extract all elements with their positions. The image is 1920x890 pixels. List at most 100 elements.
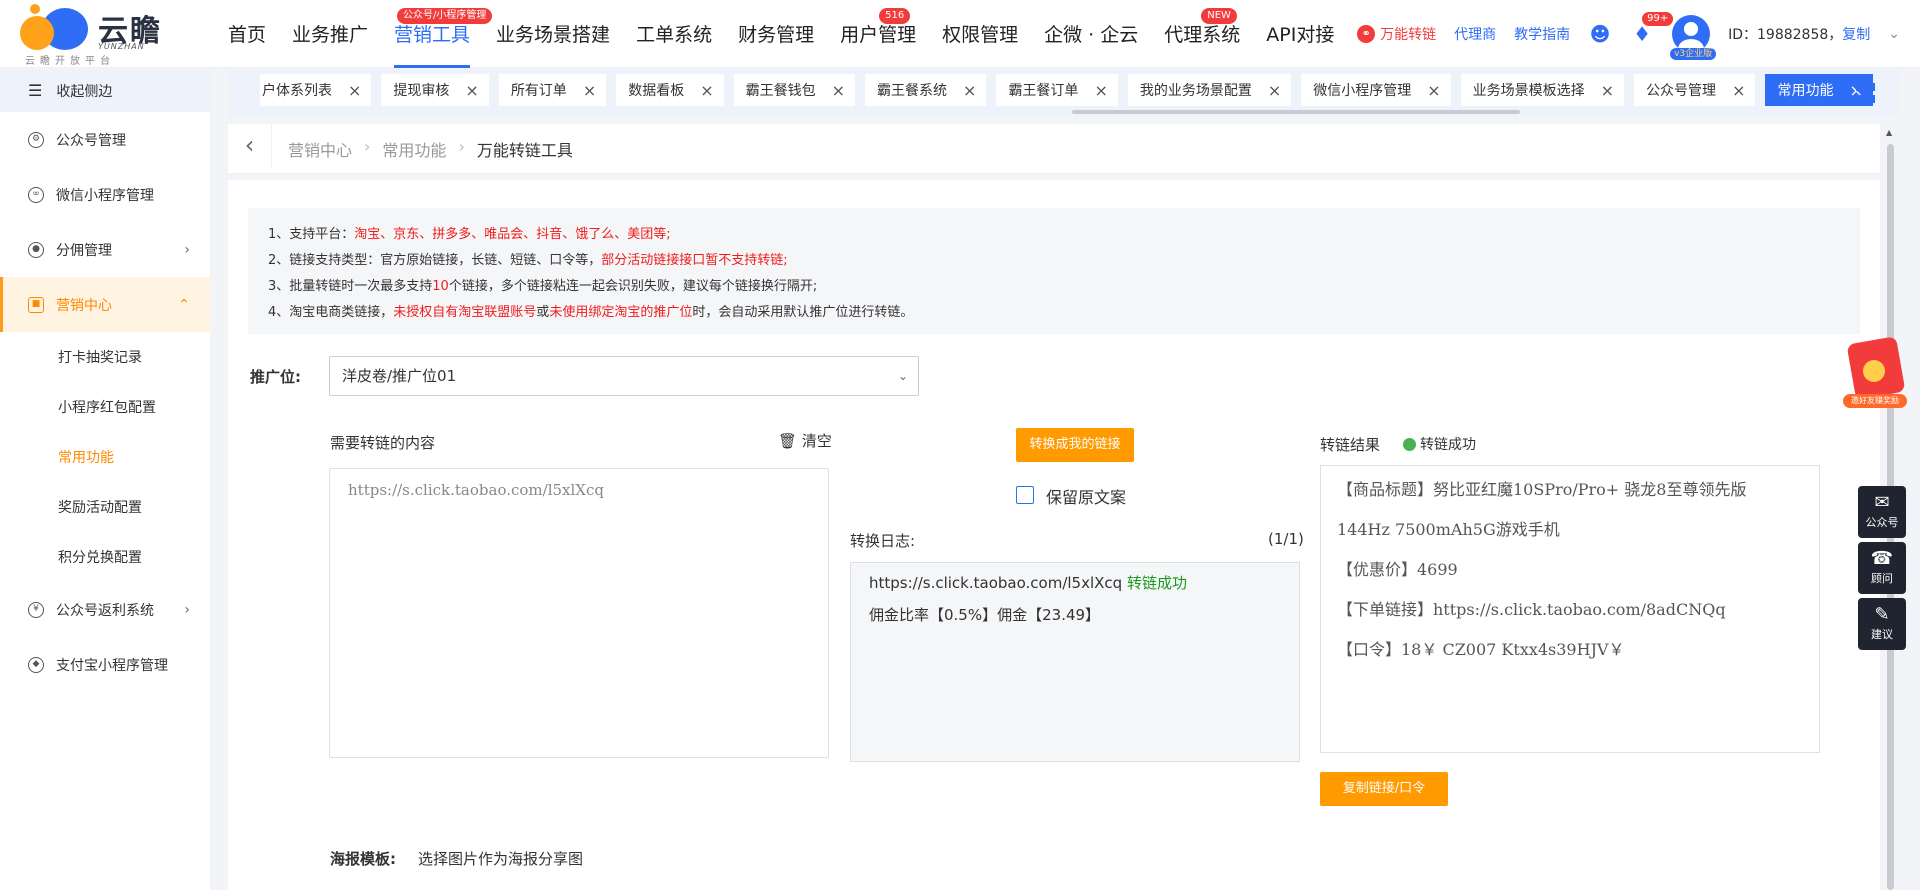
- usage-notes: 1、支持平台：淘宝、京东、拼多多、唯品会、抖音、饿了么、美团等; 2、链接支持类…: [248, 208, 1860, 334]
- breadcrumb-common-functions[interactable]: 常用功能: [382, 137, 446, 161]
- back-button[interactable]: ‹: [228, 124, 272, 168]
- invite-redpacket[interactable]: 邀好友赚奖励: [1843, 336, 1907, 412]
- tab-dashboard[interactable]: 数据看板 ×: [616, 74, 724, 106]
- check-icon: [1403, 438, 1416, 451]
- top-header: 云瞻 YUNZHAN 云瞻开放平台 首页 业务推广 营销工具 公众号/小程序管理…: [0, 0, 1920, 68]
- close-icon[interactable]: ×: [465, 81, 478, 100]
- close-icon[interactable]: ×: [963, 81, 976, 100]
- breadcrumb-marketing-center[interactable]: 营销中心: [288, 137, 352, 161]
- log-commission: 佣金比率【0.5%】佣金【23.49】: [869, 606, 1101, 624]
- sidebar-sub-points-exchange[interactable]: 积分兑换配置: [0, 532, 210, 582]
- nav-marketing-tools[interactable]: 营销工具 公众号/小程序管理: [381, 0, 493, 68]
- user-group-icon[interactable]: ☻: [1588, 22, 1612, 46]
- nav-ticket[interactable]: 工单系统: [623, 0, 725, 68]
- close-icon[interactable]: ×: [700, 81, 713, 100]
- nav-badge: NEW: [1201, 8, 1237, 24]
- edit-icon: ✎: [1874, 604, 1890, 625]
- sidebar-item-commission[interactable]: ● 分佣管理 ›: [0, 222, 210, 277]
- result-line: 【下单链接】https://s.click.taobao.com/8adCNQq: [1337, 600, 1726, 619]
- collapse-sidebar-button[interactable]: ☰ 收起侧边: [0, 69, 210, 112]
- log-label: 转换日志:: [850, 532, 916, 550]
- tab-meal-wallet[interactable]: 霸王餐钱包 ×: [733, 74, 856, 106]
- nav-agent[interactable]: 代理系统 NEW: [1151, 0, 1253, 68]
- nav-promotion[interactable]: 业务推广: [279, 0, 381, 68]
- universal-convert-link[interactable]: ⚭ 万能转链: [1357, 24, 1436, 44]
- tab-my-scene-config[interactable]: 我的业务场景配置 ×: [1127, 74, 1292, 106]
- float-official-account-button[interactable]: ✉ 公众号: [1858, 486, 1906, 538]
- sidebar-item-mini-program[interactable]: ∞ 微信小程序管理: [0, 167, 210, 222]
- promo-select[interactable]: 洋皮卷/推广位01 ⌄: [329, 356, 919, 396]
- chevron-up-icon: ⌃: [178, 296, 190, 313]
- tab-meal-system[interactable]: 霸王餐系统 ×: [865, 74, 987, 106]
- nav-scene-build[interactable]: 业务场景搭建: [483, 0, 623, 68]
- settings-icon: ⚙: [28, 131, 44, 148]
- main-content: 1、支持平台：淘宝、京东、拼多多、唯品会、抖音、饿了么、美团等; 2、链接支持类…: [228, 180, 1880, 890]
- float-actions: ✉ 公众号 ☎ 顾问 ✎ 建议: [1858, 486, 1906, 654]
- breadcrumb: 营销中心 › 常用功能 › 万能转链工具: [288, 137, 573, 161]
- sidebar-item-rebate-system[interactable]: ¥ 公众号返利系统 ›: [0, 582, 210, 637]
- nav-api[interactable]: API对接: [1253, 0, 1347, 68]
- tab-all-orders[interactable]: 所有订单 ×: [498, 74, 607, 106]
- scroll-up-icon[interactable]: ▲: [1886, 128, 1892, 137]
- user-avatar[interactable]: v3企业版: [1670, 15, 1717, 60]
- cube-icon: ◆: [28, 656, 44, 673]
- content-label: 需要转链的内容: [330, 434, 436, 452]
- sidebar-sub-checkin-lottery[interactable]: 打卡抽奖记录: [0, 332, 210, 382]
- breadcrumb-separator: ›: [364, 137, 371, 156]
- sidebar-sub-common-functions[interactable]: 常用功能: [0, 432, 210, 482]
- bell-icon[interactable]: ♦ 99+: [1630, 12, 1674, 46]
- logo-dot: [30, 4, 40, 14]
- breadcrumb-bar: ‹ 营销中心 › 常用功能 › 万能转链工具: [228, 124, 1880, 174]
- vip-badge: v3企业版: [1670, 48, 1717, 60]
- agent-link[interactable]: 代理商: [1454, 24, 1496, 44]
- logo[interactable]: 云瞻 YUNZHAN 云瞻开放平台: [20, 4, 170, 67]
- close-icon[interactable]: ×: [1427, 81, 1440, 100]
- redpacket-label: 邀好友赚奖励: [1843, 394, 1907, 408]
- convert-result[interactable]: 【商品标题】努比亚红魔10SPro/Pro+ 骁龙8至尊领先版 144Hz 75…: [1320, 465, 1820, 753]
- tab-official-account[interactable]: 公众号管理 ×: [1634, 74, 1756, 106]
- nav-wecom[interactable]: 企微 · 企云: [1031, 0, 1151, 68]
- close-icon[interactable]: ×: [1268, 81, 1281, 100]
- tab-user-system[interactable]: 户体系列表 ×: [260, 74, 372, 106]
- trash-icon: 🗑: [778, 432, 798, 450]
- tabs-scrollbar[interactable]: [1072, 110, 1520, 114]
- float-feedback-button[interactable]: ✎ 建议: [1858, 598, 1906, 650]
- tab-scene-template[interactable]: 业务场景模板选择 ×: [1460, 74, 1625, 106]
- copy-link-button[interactable]: 复制链接/口令: [1320, 772, 1448, 806]
- convert-button[interactable]: 转换成我的链接: [1016, 428, 1134, 462]
- copy-id-link[interactable]: 复制: [1842, 27, 1870, 43]
- link-content-input[interactable]: https://s.click.taobao.com/l5xlXcq: [329, 468, 829, 758]
- chevron-down-icon[interactable]: ⌄: [1888, 26, 1900, 42]
- link-icon: ⚭: [1357, 25, 1376, 43]
- nav-permissions[interactable]: 权限管理: [929, 0, 1031, 68]
- nav-users[interactable]: 用户管理 516: [827, 0, 929, 68]
- close-icon[interactable]: ×: [348, 81, 361, 100]
- tab-wechat-mini[interactable]: 微信小程序管理 ×: [1301, 74, 1451, 106]
- chevron-right-icon: ›: [184, 601, 190, 618]
- sidebar-sub-reward-activity[interactable]: 奖励活动配置: [0, 482, 210, 532]
- coin-icon: [1863, 360, 1885, 382]
- float-advisor-button[interactable]: ☎ 顾问: [1858, 542, 1906, 594]
- sidebar-item-marketing-center[interactable]: ■ 营销中心 ⌃: [0, 277, 210, 332]
- tab-withdraw-review[interactable]: 提现审核 ×: [381, 74, 489, 106]
- sidebar: ☰ 收起侧边 ⚙ 公众号管理 ∞ 微信小程序管理 ● 分佣管理 › ■ 营销中心…: [0, 69, 210, 890]
- close-icon[interactable]: ×: [832, 81, 845, 100]
- close-icon[interactable]: ×: [1732, 81, 1745, 100]
- result-label: 转链结果: [1320, 436, 1381, 454]
- close-icon[interactable]: ×: [1094, 81, 1107, 100]
- sidebar-sub-redpacket-config[interactable]: 小程序红包配置: [0, 382, 210, 432]
- sidebar-item-official-account[interactable]: ⚙ 公众号管理: [0, 112, 210, 167]
- keep-text-label: 保留原文案: [1046, 488, 1127, 507]
- clear-button[interactable]: 🗑 清空: [778, 430, 832, 451]
- guide-link[interactable]: 教学指南: [1514, 24, 1570, 44]
- chevron-right-icon: ›: [184, 241, 190, 258]
- tab-meal-orders[interactable]: 霸王餐订单 ×: [996, 74, 1118, 106]
- grid-icon[interactable]: [1856, 83, 1876, 103]
- note-line: 3、批量转链时一次最多支持10个链接，多个链接粘连一起会识别失败，建议每个链接换…: [268, 279, 818, 294]
- close-icon[interactable]: ×: [583, 81, 596, 100]
- sidebar-item-alipay-mini[interactable]: ◆ 支付宝小程序管理: [0, 637, 210, 692]
- close-icon[interactable]: ×: [1601, 81, 1614, 100]
- nav-finance[interactable]: 财务管理: [725, 0, 827, 68]
- nav-home[interactable]: 首页: [215, 0, 279, 68]
- keep-text-checkbox[interactable]: [1016, 486, 1034, 504]
